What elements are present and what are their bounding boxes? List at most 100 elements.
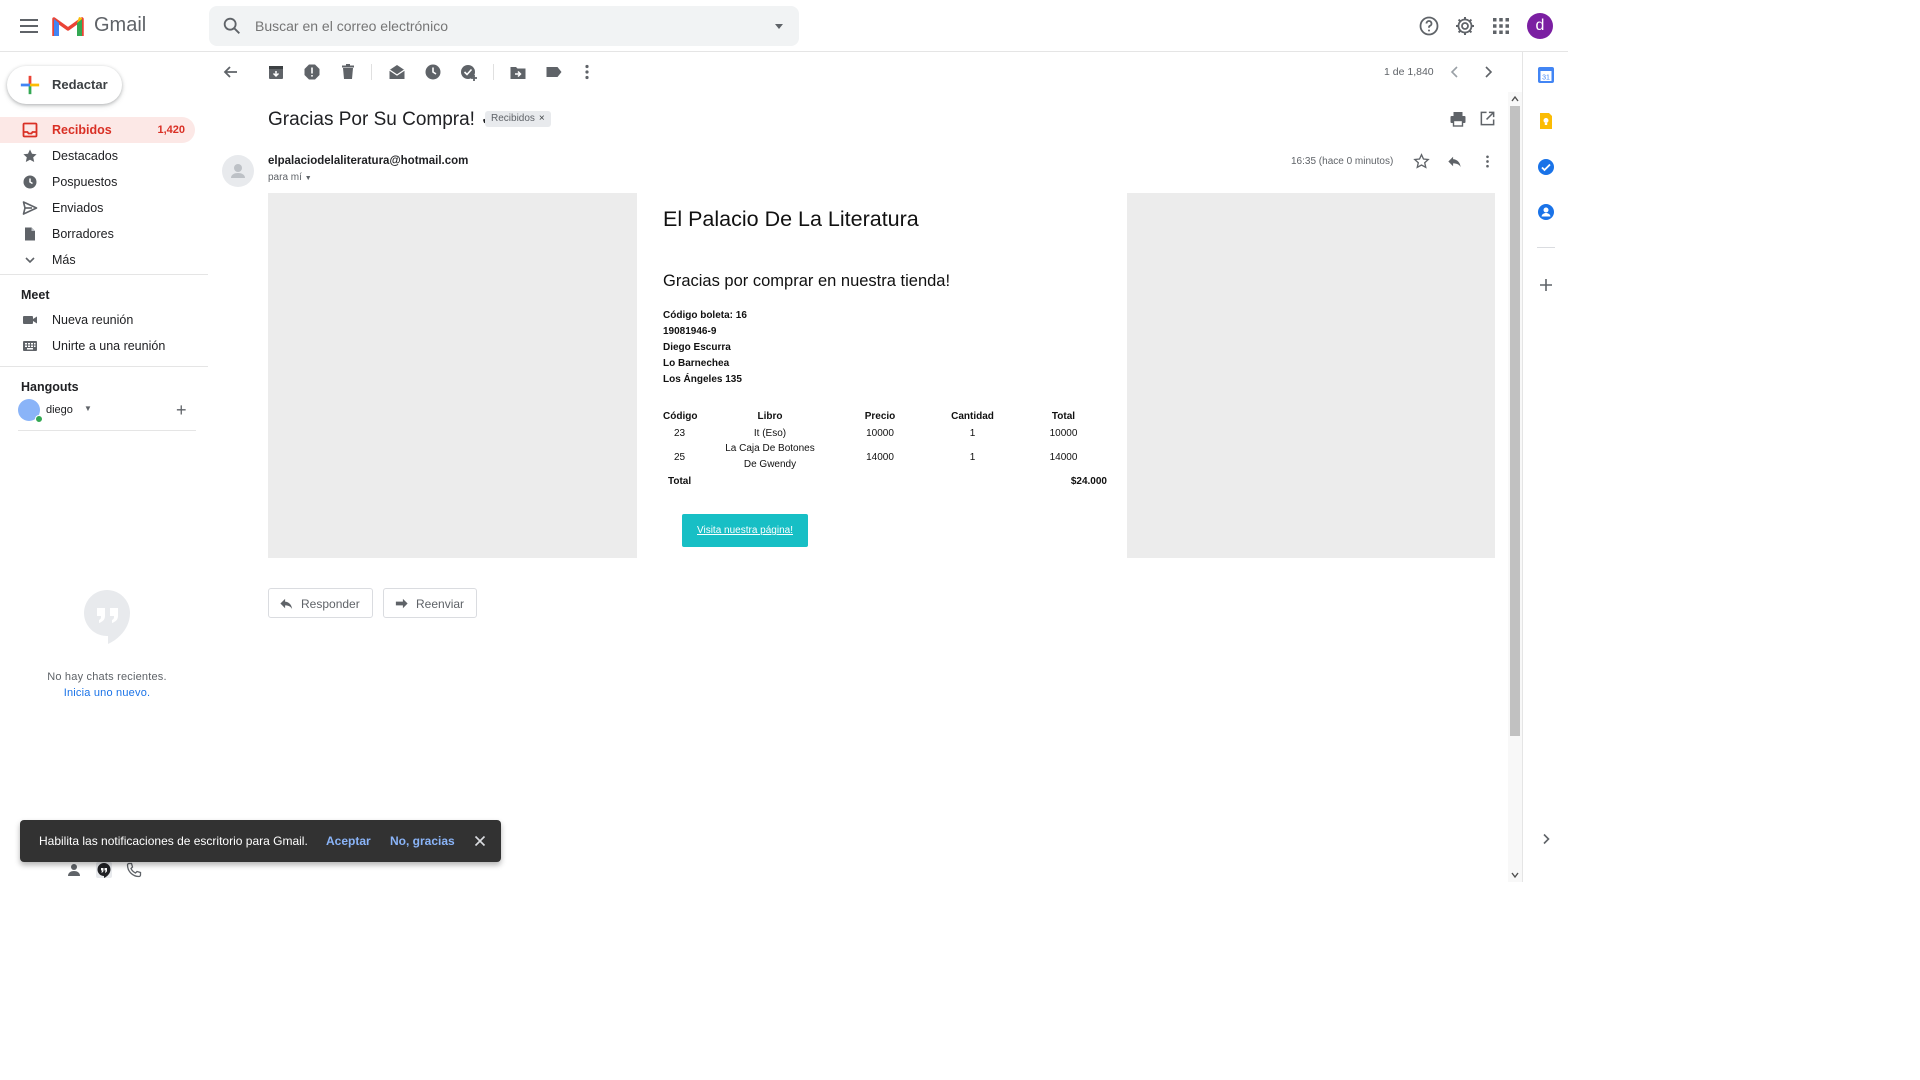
search-icon[interactable] xyxy=(221,15,243,37)
message-toolbar: 1 de 1,840 xyxy=(209,52,1509,92)
snooze-clock-icon[interactable] xyxy=(423,62,443,82)
report-spam-icon[interactable] xyxy=(302,62,322,82)
email-body-left-margin xyxy=(268,193,637,558)
contacts-person-icon[interactable] xyxy=(66,862,82,878)
cell-book: La Caja De Botones De Gwendy xyxy=(725,443,815,470)
nav-item-label: Más xyxy=(52,253,76,267)
mark-unread-icon[interactable] xyxy=(387,62,407,82)
compose-button[interactable]: Redactar xyxy=(7,66,122,104)
tasks-icon[interactable] xyxy=(1537,158,1555,176)
show-side-panel-chevron-icon[interactable] xyxy=(1537,830,1555,848)
label-tag-icon[interactable] xyxy=(544,62,564,82)
reply-arrow-icon[interactable] xyxy=(1446,153,1463,170)
side-panel: 31 xyxy=(1522,52,1568,882)
open-new-window-icon[interactable] xyxy=(1479,110,1496,127)
chat-bubble-icon xyxy=(84,590,130,644)
search-input[interactable] xyxy=(255,6,755,46)
new-meeting-item[interactable]: Nueva reunión xyxy=(0,307,208,333)
nav-item-label: Destacados xyxy=(52,149,119,163)
nav-item-label: Recibidos xyxy=(52,123,112,137)
sender-avatar[interactable] xyxy=(222,155,254,187)
hangouts-section-title: Hangouts xyxy=(21,380,79,394)
star-outline-icon[interactable] xyxy=(1413,153,1430,170)
search-bar[interactable] xyxy=(209,6,799,46)
inbox-label-chip: Recibidos × xyxy=(485,111,551,127)
keep-notes-icon[interactable] xyxy=(1537,112,1555,130)
chevron-down-icon xyxy=(25,257,35,264)
nav-item-label: Borradores xyxy=(52,227,114,241)
join-meeting-item[interactable]: Unirte a una reunión xyxy=(0,333,208,359)
gmail-logo-icon[interactable] xyxy=(52,13,84,39)
close-icon[interactable] xyxy=(472,833,488,849)
pagination-text: 1 de 1,840 xyxy=(1384,66,1434,78)
purchase-table: Código Libro Precio Cantidad Total 23 It… xyxy=(663,409,1107,489)
table-row: 25 La Caja De Botones De Gwendy 14000 1 … xyxy=(663,441,1107,473)
receipt-code: Código boleta: 16 xyxy=(663,310,747,321)
cell-total: 10000 xyxy=(1049,427,1078,439)
clock-icon xyxy=(23,175,37,189)
label-chip-text: Recibidos xyxy=(491,113,535,124)
main-menu-icon[interactable] xyxy=(16,14,42,38)
delete-trash-icon[interactable] xyxy=(338,62,358,82)
forward-arrow-icon xyxy=(395,598,408,609)
search-options-icon[interactable] xyxy=(773,20,785,32)
apps-grid-icon[interactable] xyxy=(1489,14,1513,38)
compose-plus-icon xyxy=(20,75,40,95)
reply-label: Responder xyxy=(301,597,360,611)
email-body-right-margin xyxy=(1127,193,1495,558)
status-caret-icon[interactable]: ▼ xyxy=(84,404,92,413)
get-addons-plus-icon[interactable] xyxy=(1537,276,1555,294)
cell-price: 10000 xyxy=(866,427,894,439)
sidebar-divider xyxy=(0,274,208,275)
back-arrow-icon[interactable] xyxy=(221,62,241,82)
message-time: 16:35 (hace 0 minutos) xyxy=(1291,156,1394,167)
next-chevron-icon[interactable] xyxy=(1478,62,1498,82)
forward-button[interactable]: Reenviar xyxy=(383,588,477,618)
help-icon[interactable] xyxy=(1417,14,1441,38)
nav-item-more[interactable]: Más xyxy=(0,247,208,273)
cell-qty: 1 xyxy=(969,451,976,463)
thanks-message: Gracias por comprar en nuestra tienda! xyxy=(663,272,951,290)
customer-name: Diego Escurra xyxy=(663,342,731,353)
meet-section-title: Meet xyxy=(21,288,50,302)
scroll-down-arrow-icon[interactable] xyxy=(1510,870,1520,880)
nav-item-snoozed[interactable]: Pospuestos xyxy=(0,169,208,195)
visit-page-button[interactable]: Visita nuestra página! xyxy=(682,514,808,547)
side-panel-divider xyxy=(1537,247,1555,248)
new-meeting-label: Nueva reunión xyxy=(52,313,134,327)
move-to-icon[interactable] xyxy=(508,62,528,82)
sender-email[interactable]: elpalaciodelaliteratura@hotmail.com xyxy=(268,155,468,167)
star-icon xyxy=(23,149,37,162)
nav-item-label: Pospuestos xyxy=(52,175,118,189)
calendar-icon[interactable]: 31 xyxy=(1537,66,1555,84)
print-icon[interactable] xyxy=(1449,110,1467,128)
hangouts-user[interactable]: diego ▼ + xyxy=(18,398,198,424)
contacts-icon[interactable] xyxy=(1537,203,1555,221)
snackbar-accept-button[interactable]: Aceptar xyxy=(326,834,371,848)
nav-item-drafts[interactable]: Borradores xyxy=(0,221,208,247)
settings-gear-icon[interactable] xyxy=(1453,14,1477,38)
message-more-icon[interactable] xyxy=(1479,153,1496,170)
top-header: Gmail d xyxy=(0,0,1568,52)
previous-chevron-icon[interactable] xyxy=(1445,62,1465,82)
phone-icon[interactable] xyxy=(126,862,142,878)
scroll-up-arrow-icon[interactable] xyxy=(1510,94,1520,104)
nav-item-inbox[interactable]: Recibidos 1,420 xyxy=(0,117,195,143)
add-to-tasks-icon[interactable] xyxy=(459,62,479,82)
compose-label: Redactar xyxy=(52,77,108,92)
remove-label-icon[interactable]: × xyxy=(539,113,545,124)
nav-item-sent[interactable]: Enviados xyxy=(0,195,208,221)
recipient-details[interactable]: para mí ▼ xyxy=(268,172,312,183)
snackbar-message: Habilita las notificaciones de escritori… xyxy=(39,834,308,848)
new-chat-plus-icon[interactable]: + xyxy=(176,400,187,421)
reply-button[interactable]: Responder xyxy=(268,588,373,618)
account-avatar[interactable]: d xyxy=(1527,13,1553,39)
nav-item-starred[interactable]: Destacados xyxy=(0,143,208,169)
snackbar-decline-button[interactable]: No, gracias xyxy=(390,834,455,848)
more-options-icon[interactable] xyxy=(577,62,597,82)
folder-nav: Recibidos 1,420 Destacados Pospuestos En… xyxy=(0,117,208,273)
start-new-chat-link[interactable]: Inicia uno nuevo. xyxy=(0,687,214,699)
hangouts-quote-icon[interactable] xyxy=(96,862,112,878)
archive-icon[interactable] xyxy=(266,62,286,82)
scrollbar-thumb[interactable] xyxy=(1510,106,1520,736)
